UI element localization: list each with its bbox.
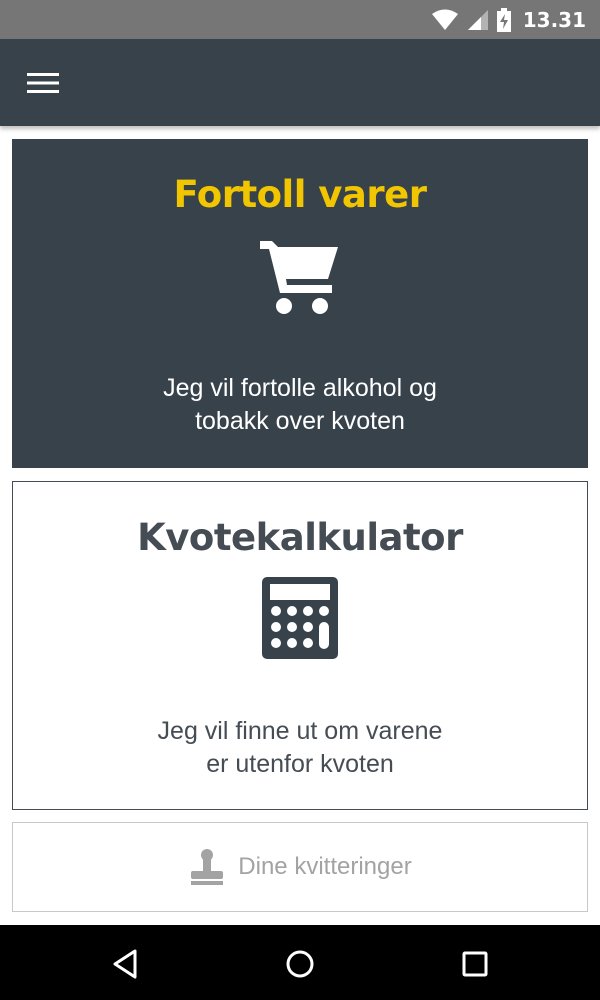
back-icon — [113, 949, 137, 979]
quota-calculator-card[interactable]: Kvotekalkulator Jeg vil finne ut om vare… — [12, 481, 588, 810]
card-description: Jeg vil finne ut om varene er utenfor kv… — [157, 717, 443, 778]
hamburger-menu-icon — [27, 73, 59, 93]
back-button[interactable] — [105, 944, 145, 984]
receipts-label: Dine kvitteringer — [238, 853, 412, 880]
status-bar: 13.31 — [0, 0, 600, 39]
status-time: 13.31 — [522, 7, 586, 32]
wifi-icon — [431, 9, 458, 30]
app-bar — [0, 39, 600, 126]
receipts-button[interactable]: Dine kvitteringer — [12, 822, 588, 912]
navigation-bar — [0, 925, 600, 1000]
signal-icon — [467, 9, 488, 30]
recents-icon — [462, 951, 488, 977]
card-title: Fortoll varer — [173, 173, 427, 216]
shopping-cart-icon — [260, 241, 338, 314]
card-title: Kvotekalkulator — [137, 516, 463, 559]
status-icons: 13.31 — [431, 0, 586, 39]
recents-button[interactable] — [455, 944, 495, 984]
declare-goods-card[interactable]: Fortoll varer Jeg vil fortolle alkohol o… — [12, 139, 588, 468]
home-icon — [286, 950, 314, 978]
menu-button[interactable] — [22, 63, 64, 103]
stamp-icon — [191, 849, 224, 885]
card-description: Jeg vil fortolle alkohol og tobakk over … — [163, 374, 437, 435]
calculator-icon — [262, 577, 338, 659]
home-button[interactable] — [280, 944, 320, 984]
battery-charging-icon — [496, 7, 511, 32]
